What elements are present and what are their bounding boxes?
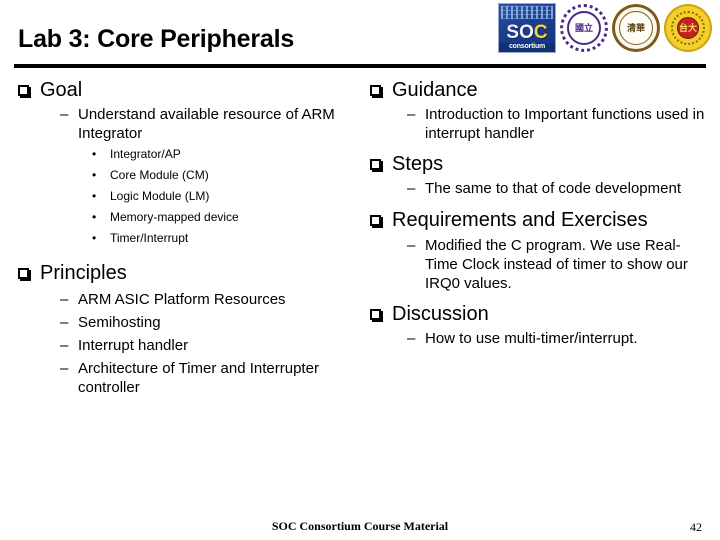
list-item-label: Timer/Interrupt — [110, 231, 189, 245]
list-item-label: Integrator/AP — [110, 147, 181, 161]
list-item: • Integrator/AP — [14, 144, 366, 165]
list-item-label: Memory-mapped device — [110, 210, 239, 224]
bullet-dash-icon: – — [407, 330, 416, 347]
circuit-pattern-icon — [501, 6, 553, 19]
bullet-square-icon — [370, 215, 381, 226]
list-item: – How to use multi-timer/interrupt. — [366, 329, 710, 348]
list-item-label: The same to that of code development — [425, 180, 681, 197]
list-item: – The same to that of code development — [366, 179, 710, 198]
page-title: Lab 3: Core Peripherals — [18, 25, 295, 53]
bullet-square-icon — [18, 268, 29, 279]
list-item-label: Modified the C program. We use Real-Time… — [425, 237, 688, 292]
bullet-dash-icon: – — [407, 106, 416, 123]
seal-glyph: 國立 — [574, 22, 593, 33]
logo-strip: SOC consortium 國立 清華 台大 — [498, 2, 712, 54]
section-heading-goal: Goal — [14, 78, 366, 103]
list-item-label: ARM ASIC Platform Resources — [78, 291, 286, 308]
seal-glyph: 台大 — [678, 22, 697, 33]
ntu-seal-logo: 台大 — [664, 4, 712, 52]
section-heading-label: Principles — [40, 262, 127, 284]
list-item: • Timer/Interrupt — [14, 228, 366, 249]
list-item: – Understand available resource of ARM I… — [14, 105, 366, 143]
list-item: • Core Module (CM) — [14, 165, 366, 186]
soc-consortium-logo: SOC consortium — [498, 3, 556, 53]
list-item-label: Introduction to Important functions used… — [425, 106, 705, 142]
section-heading-guidance: Guidance — [366, 78, 710, 103]
list-item: • Logic Module (LM) — [14, 186, 366, 207]
soc-wordmark-accent: C — [533, 22, 548, 43]
list-item-label: Interrupt handler — [78, 337, 189, 354]
bullet-dash-icon: – — [407, 237, 416, 254]
footer-text: SOC Consortium Course Material — [271, 519, 449, 533]
list-item-label: Architecture of Timer and Interrupter co… — [78, 360, 319, 396]
list-item: – Semihosting — [14, 313, 366, 332]
section-heading-label: Guidance — [392, 79, 478, 101]
bullet-dash-icon: – — [407, 180, 416, 197]
list-item-label: Understand available resource of ARM Int… — [78, 106, 335, 142]
bullet-dot-icon: • — [92, 231, 97, 245]
bullet-dot-icon: • — [92, 210, 97, 224]
section-heading-label: Requirements and Exercises — [392, 209, 648, 231]
list-item-label: Semihosting — [78, 314, 161, 331]
soc-wordmark: SOC — [506, 23, 547, 42]
bullet-square-icon — [370, 159, 381, 170]
list-item: – Interrupt handler — [14, 336, 366, 355]
list-item-label: How to use multi-timer/interrupt. — [425, 330, 638, 347]
list-item: – Modified the C program. We use Real-Ti… — [366, 236, 710, 293]
list-item: • Memory-mapped device — [14, 207, 366, 228]
bullet-dot-icon: • — [92, 168, 97, 182]
section-heading-requirements: Requirements and Exercises — [366, 208, 710, 233]
list-item-label: Logic Module (LM) — [110, 189, 210, 203]
right-content-column: Guidance – Introduction to Important fun… — [366, 74, 710, 349]
list-item: – Introduction to Important functions us… — [366, 105, 710, 143]
bullet-dash-icon: – — [60, 314, 69, 331]
bullet-dash-icon: – — [60, 291, 69, 308]
seal-glyph: 清華 — [626, 22, 645, 33]
section-heading-principles: Principles — [14, 261, 366, 286]
page-number: 42 — [690, 520, 702, 534]
bullet-dash-icon: – — [60, 360, 69, 377]
soc-subtitle: consortium — [499, 43, 555, 52]
list-item: – Architecture of Timer and Interrupter … — [14, 359, 366, 397]
bullet-dot-icon: • — [92, 189, 97, 203]
bullet-dot-icon: • — [92, 147, 97, 161]
section-heading-label: Goal — [40, 79, 83, 101]
section-heading-label: Steps — [392, 153, 444, 175]
bullet-square-icon — [370, 309, 381, 320]
bullet-dash-icon: – — [60, 106, 69, 123]
bullet-dash-icon: – — [60, 337, 69, 354]
nctu-seal-logo: 國立 — [560, 4, 608, 52]
nthu-seal-logo: 清華 — [612, 4, 660, 52]
soc-wordmark-main: SO — [506, 22, 534, 43]
section-heading-discussion: Discussion — [366, 302, 710, 327]
left-content-column: Goal – Understand available resource of … — [14, 74, 366, 398]
section-heading-steps: Steps — [366, 152, 710, 177]
list-item-label: Core Module (CM) — [110, 168, 209, 182]
section-heading-label: Discussion — [392, 303, 489, 325]
list-item: – ARM ASIC Platform Resources — [14, 290, 366, 309]
bullet-square-icon — [370, 85, 381, 96]
bullet-square-icon — [18, 85, 29, 96]
title-divider-rule — [14, 64, 706, 68]
